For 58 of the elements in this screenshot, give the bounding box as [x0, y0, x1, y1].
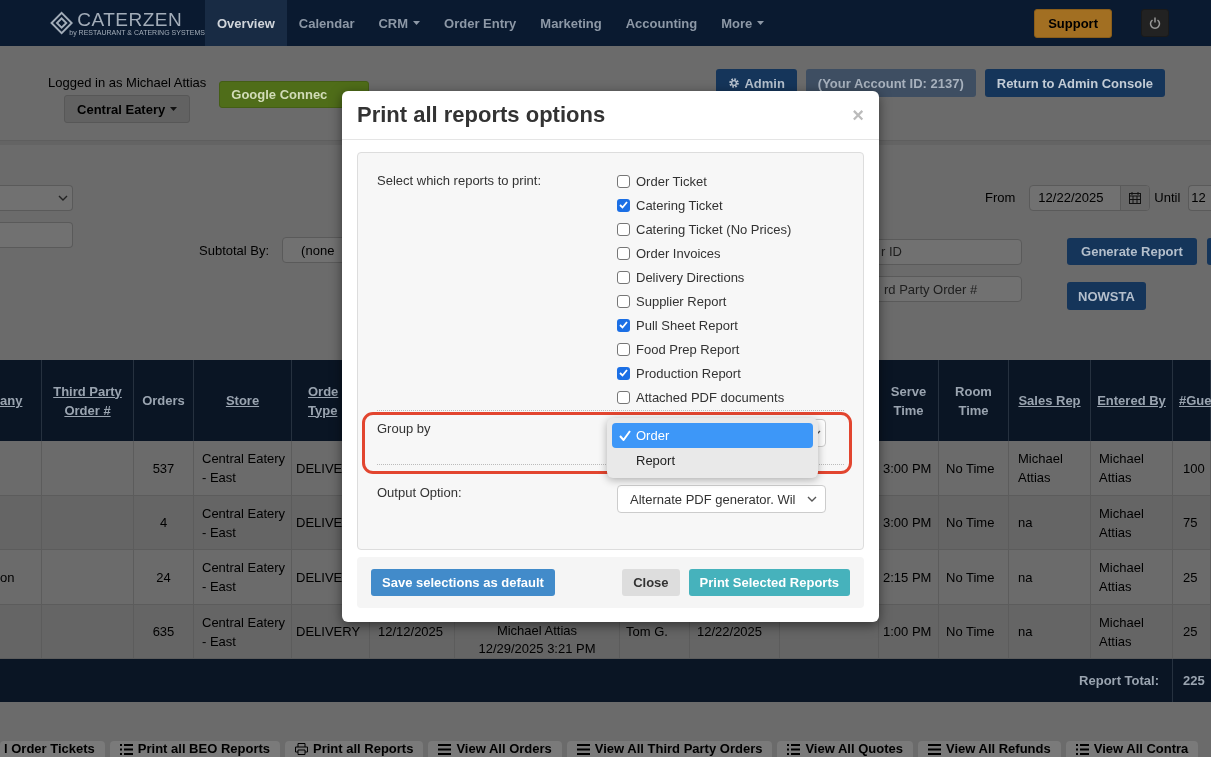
menu-option[interactable]: Report [612, 448, 813, 473]
checkbox-label: Food Prep Report [636, 341, 740, 357]
nav-item[interactable]: More [709, 0, 777, 46]
logo-text: CATERZEN [77, 9, 184, 29]
nav-item[interactable]: Calendar [286, 0, 367, 46]
nav-item[interactable]: Order Entry [432, 0, 529, 46]
nowsta-button[interactable]: NOWSTA [1067, 282, 1146, 310]
total-value: 225 [1182, 672, 1205, 690]
action-button[interactable]: l Order Tickets [0, 741, 105, 757]
nav-item[interactable]: Accounting [613, 0, 710, 46]
checkbox-label: Order Ticket [636, 173, 707, 189]
action-button[interactable]: View All Orders [428, 741, 562, 757]
account-id-button[interactable]: (Your Account ID: 2137) [805, 69, 976, 97]
menu-option[interactable]: Order [612, 423, 813, 448]
column-header[interactable]: #Gue [1173, 360, 1211, 441]
column-header[interactable]: Third Party Order # [42, 360, 134, 441]
dropdown-menu[interactable]: Order Report [607, 418, 818, 478]
checkbox-label: Catering Ticket (No Prices) [636, 221, 792, 237]
until-date-field[interactable]: 12 [1188, 184, 1211, 211]
action-button[interactable]: View All Contra [1065, 741, 1199, 757]
action-button[interactable]: View All Refunds [917, 741, 1061, 757]
dialog-button[interactable]: Save selections as default [371, 569, 555, 596]
store-dropdown[interactable]: Central Eatery [64, 95, 191, 123]
from-date-field[interactable]: 12/22/2025 [1029, 184, 1151, 211]
checkbox-label: Order Invoices [636, 245, 721, 261]
nav-item[interactable]: Marketing [528, 0, 614, 46]
column-header[interactable]: any [0, 360, 42, 441]
group-by-label: Group by [377, 420, 432, 438]
column-header: Orders [134, 360, 194, 441]
action-button[interactable]: View All Quotes [777, 741, 913, 757]
nav-item[interactable]: CRM [366, 0, 433, 46]
column-header[interactable]: Store [194, 360, 292, 441]
checkbox-label: Catering Ticket [636, 197, 723, 213]
column-header: Room Time [939, 360, 1009, 441]
output-option-label: Output Option: [377, 485, 463, 502]
column-header[interactable]: Sales Rep [1009, 360, 1091, 441]
checkbox-label: Delivery Directions [636, 269, 745, 285]
checkbox-label: Pull Sheet Report [636, 317, 738, 333]
login-status: Logged in as Michael Attias [48, 75, 207, 90]
checkbox-label: Attached PDF documents [636, 389, 785, 405]
until-label: Until [1154, 190, 1181, 205]
action-button[interactable]: Print all Reports [285, 741, 424, 757]
from-label: From [985, 190, 1016, 205]
action-button[interactable]: Print all BEO Reports [109, 741, 280, 757]
nav-item[interactable]: Overview [205, 0, 287, 46]
return-to-admin-button[interactable]: Return to Admin Console [984, 69, 1165, 97]
checkbox-label: Supplier Report [636, 293, 727, 309]
reports-label: Select which reports to print: [377, 172, 543, 190]
support-button[interactable]: Support [1034, 8, 1112, 38]
generate-report-button[interactable]: Generate Report [1067, 238, 1197, 265]
column-header[interactable]: Entered By [1091, 360, 1173, 441]
subtotal-label: Subtotal By: [199, 242, 270, 258]
dialog-button[interactable]: Close [622, 569, 680, 596]
output-option-select[interactable]: Alternate PDF generator. Wil [617, 485, 826, 513]
action-button[interactable]: View All Third Party Orders [566, 741, 773, 757]
checkbox-label: Production Report [636, 365, 741, 381]
total-label: Report Total: [0, 659, 1173, 702]
column-header: Serve Time [879, 360, 939, 441]
